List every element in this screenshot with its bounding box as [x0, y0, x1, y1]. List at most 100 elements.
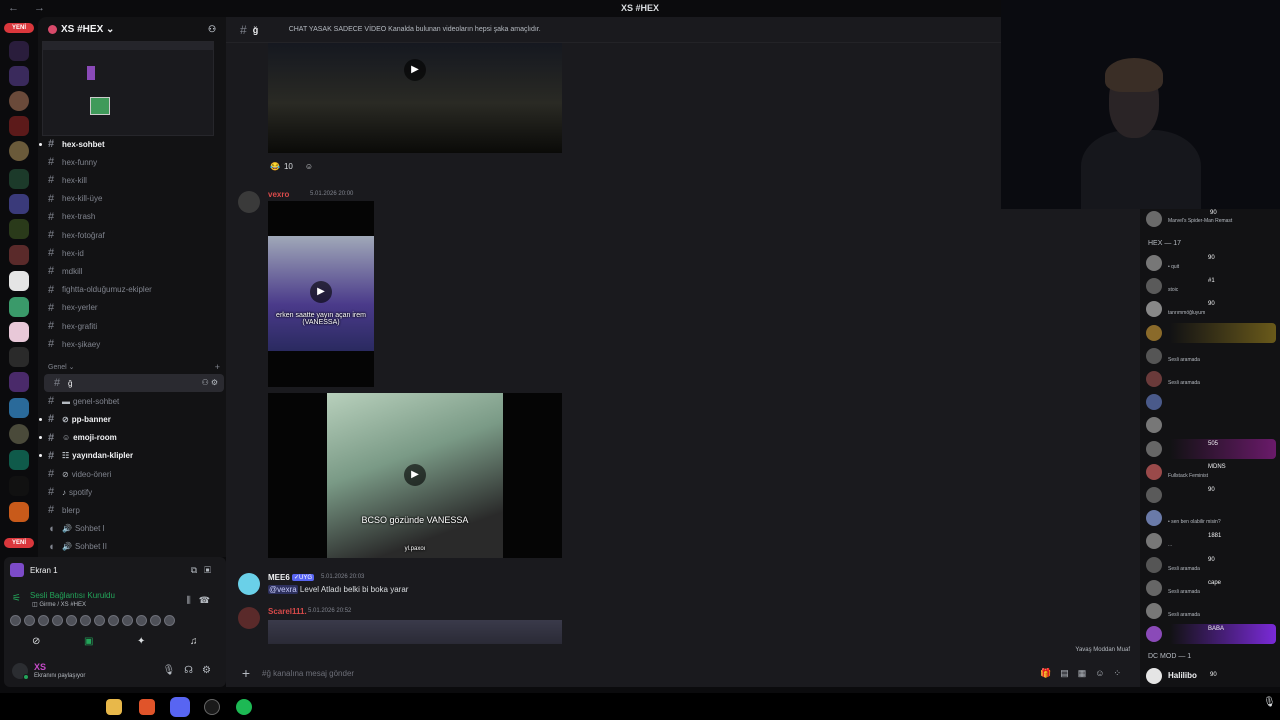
server-icon[interactable] — [9, 297, 29, 317]
server-icon[interactable] — [9, 450, 29, 470]
server-icon[interactable] — [9, 194, 29, 214]
avatar[interactable] — [1146, 371, 1162, 387]
avatar[interactable] — [66, 615, 77, 626]
server-icon[interactable] — [9, 476, 29, 496]
channel-item[interactable]: # hex-grafiti — [38, 317, 226, 335]
obs-icon[interactable] — [204, 699, 220, 715]
channel-item[interactable]: # ♪ spotify — [38, 483, 226, 501]
user-controls[interactable]: 🎙︎☊⚙ — [162, 665, 220, 676]
voice-controls[interactable]: ⫼☎ — [187, 595, 218, 606]
avatar[interactable] — [1146, 324, 1162, 341]
reaction[interactable]: 😂 10 ☺ — [270, 159, 313, 173]
avatar[interactable] — [122, 615, 133, 626]
message-input[interactable] — [256, 668, 1041, 678]
member-item[interactable]: 90 Sesli aramada — [1144, 555, 1276, 575]
channel-item[interactable]: # hex-funny — [38, 153, 226, 171]
avatar[interactable] — [1146, 556, 1162, 573]
channel-item[interactable]: # blerp — [38, 501, 226, 519]
avatar[interactable] — [1146, 301, 1162, 318]
member-item[interactable]: • sen ben olabilir misin? — [1144, 508, 1276, 528]
play-icon[interactable]: ▶ — [310, 281, 332, 303]
message-author[interactable]: MEE6 — [268, 573, 290, 582]
avatar[interactable] — [1146, 463, 1162, 480]
category-general[interactable]: Genel ⌄ — [48, 363, 75, 371]
user-mention[interactable]: @vexra — [268, 585, 298, 594]
channel-item[interactable]: # mdkill — [38, 262, 226, 280]
member-item[interactable]: 505 — [1144, 438, 1276, 459]
discord-icon[interactable] — [170, 697, 190, 717]
video-attachment[interactable]: ▶ — [268, 43, 562, 153]
brave-browser-icon[interactable] — [139, 699, 155, 715]
add-member-icon[interactable]: ⚇ — [208, 24, 218, 34]
server-icon[interactable] — [9, 398, 29, 418]
video-attachment[interactable]: ▶ erken saatte yayın açan irem (VANESSA) — [268, 201, 374, 387]
avatar[interactable] — [1146, 533, 1162, 550]
member-item[interactable]: #1 stoic — [1144, 276, 1276, 296]
avatar[interactable] — [80, 615, 91, 626]
avatar[interactable] — [238, 191, 260, 213]
avatar[interactable] — [52, 615, 63, 626]
avatar[interactable] — [1146, 626, 1162, 643]
avatar[interactable] — [12, 663, 29, 680]
avatar[interactable] — [38, 615, 49, 626]
avatar[interactable] — [1146, 440, 1162, 457]
member-item[interactable] — [1144, 392, 1276, 412]
channel-item[interactable]: # hex-yerler — [38, 299, 226, 317]
server-icon[interactable] — [9, 424, 29, 444]
channel-item[interactable]: # hex-kill — [38, 171, 226, 189]
mic-tray-icon[interactable]: 🎙︎ — [1263, 697, 1276, 708]
member-item[interactable]: Halilibo 90 — [1144, 666, 1276, 686]
member-item[interactable]: 90 tanrımmöğluyum — [1144, 299, 1276, 319]
member-item[interactable] — [1144, 415, 1276, 435]
camera-off-button[interactable]: ⊘ — [13, 635, 59, 649]
avatar[interactable] — [238, 573, 260, 595]
add-reaction-icon[interactable]: ☺ — [305, 162, 313, 171]
member-item[interactable]: Sesli aramada — [1144, 601, 1276, 621]
member-item[interactable]: Sesli aramada — [1144, 369, 1276, 389]
avatar[interactable] — [136, 615, 147, 626]
user-panel[interactable]: XS Ekranını paylaşıyor 🎙︎☊⚙ — [10, 659, 222, 683]
new-badge[interactable]: YENİ — [4, 538, 34, 548]
server-icon[interactable] — [9, 372, 29, 392]
avatar[interactable] — [1146, 487, 1162, 503]
channel-item[interactable]: # hex-fotoğraf — [38, 226, 226, 244]
soundboard-button[interactable]: ♫ — [171, 635, 217, 649]
avatar[interactable] — [94, 615, 105, 626]
avatar[interactable] — [1146, 394, 1162, 411]
server-icon[interactable] — [9, 245, 29, 265]
server-icon[interactable] — [9, 502, 29, 522]
attach-plus-icon[interactable]: + — [236, 665, 256, 681]
channel-item[interactable]: ◖ 🔊 Sohbet I — [38, 520, 226, 538]
avatar[interactable] — [1146, 255, 1162, 271]
member-item[interactable]: MDNS Fullstack Feminist — [1144, 462, 1276, 482]
member-item[interactable]: Sesli aramada — [1144, 346, 1276, 366]
composer-tools[interactable]: 🎁▤▦☺⁘ — [1040, 668, 1130, 679]
member-item[interactable]: 1881... — [1144, 531, 1276, 551]
new-badge[interactable]: YENİ — [4, 23, 34, 33]
avatar[interactable] — [1146, 278, 1162, 295]
server-icon[interactable] — [9, 271, 29, 291]
spotify-icon[interactable] — [236, 699, 252, 715]
avatar[interactable] — [150, 615, 161, 626]
video-attachment[interactable]: ▶ BCSO gözünde VANESSA yl.paxoı — [268, 393, 562, 558]
channel-item[interactable]: # ğ ⚇⚙ — [44, 374, 224, 392]
server-icon[interactable] — [9, 41, 29, 61]
member-item[interactable]: BABA — [1144, 624, 1276, 645]
server-icon[interactable] — [9, 347, 29, 367]
avatar[interactable] — [1146, 510, 1162, 527]
channel-item[interactable]: # ☷ yayından-klipler — [38, 447, 226, 465]
channel-item[interactable]: # hex-id — [38, 244, 226, 262]
member-item[interactable]: 90 — [1144, 485, 1276, 505]
avatar[interactable] — [1146, 347, 1162, 364]
activities-button[interactable]: ✦ — [118, 635, 164, 649]
avatar[interactable] — [10, 615, 21, 626]
channel-item[interactable]: # hex-şikaey — [38, 335, 226, 353]
stream-controls[interactable]: ⧉▣ — [191, 565, 218, 576]
channel-item[interactable]: # fightta-olduğumuz-ekipler — [38, 281, 226, 299]
play-icon[interactable]: ▶ — [404, 59, 426, 81]
server-icon[interactable] — [9, 141, 29, 161]
screen-share-button[interactable]: ▣ — [66, 635, 112, 649]
server-icon[interactable] — [9, 322, 29, 342]
add-channel-icon[interactable]: + — [215, 362, 220, 372]
channel-item[interactable]: # hex-kill-üye — [38, 190, 226, 208]
